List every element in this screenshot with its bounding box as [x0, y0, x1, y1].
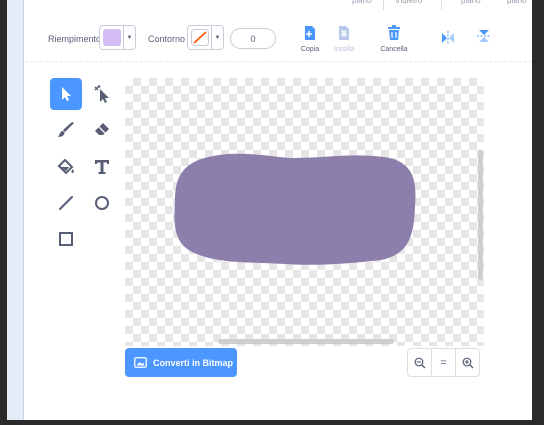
no-color-icon — [190, 29, 209, 46]
delete-label: Cancella — [380, 46, 408, 53]
arrow-select-icon — [62, 87, 71, 101]
paste-icon — [339, 26, 349, 40]
convert-to-bitmap-label: Converti in Bitmap — [153, 357, 234, 368]
brush-tool[interactable] — [50, 114, 82, 146]
zoom-in-icon — [462, 357, 473, 368]
window-frame-left — [0, 0, 7, 425]
equals-icon: = — [440, 356, 447, 369]
fill-swatch — [100, 26, 124, 49]
fill-tool[interactable] — [50, 151, 82, 183]
layer-order-label[interactable]: indietro — [396, 0, 422, 5]
paint-toolbar: piano indietro piano piano Riempimento ▼… — [25, 0, 532, 62]
rectangle-icon — [59, 232, 73, 246]
circle-icon — [95, 196, 109, 210]
chevron-down-icon: ▼ — [214, 34, 221, 41]
layer-order-row: piano indietro piano piano — [25, 0, 532, 12]
reshape-tool[interactable] — [86, 78, 118, 110]
tools-palette — [50, 78, 120, 258]
select-tool[interactable] — [50, 78, 82, 110]
text-icon — [95, 160, 109, 174]
reshape-icon — [94, 85, 109, 103]
outline-swatch — [188, 26, 212, 49]
fill-color-picker[interactable]: ▼ — [99, 25, 136, 50]
copy-icon — [305, 26, 315, 40]
layer-order-label[interactable]: piano — [461, 0, 481, 5]
chevron-down-icon: ▼ — [126, 34, 133, 41]
outline-label: Contorno — [148, 34, 186, 44]
zoom-out-icon — [414, 357, 425, 368]
vertical-scrollbar[interactable] — [478, 150, 483, 280]
vector-shape-layer — [174, 153, 416, 265]
rectangle-tool[interactable] — [50, 223, 82, 255]
eraser-icon — [95, 123, 109, 135]
paint-bucket-icon — [57, 159, 74, 175]
brush-icon — [58, 122, 74, 137]
window-frame-right — [532, 0, 544, 425]
copy-label: Copia — [300, 46, 320, 53]
layer-order-label[interactable]: piano — [507, 0, 527, 5]
zoom-controls: = — [407, 348, 480, 377]
zoom-in-button[interactable] — [455, 349, 479, 376]
circle-tool[interactable] — [86, 187, 118, 219]
fill-color-preview — [102, 29, 121, 46]
text-tool[interactable] — [86, 151, 118, 183]
trash-icon — [388, 25, 400, 40]
eraser-tool[interactable] — [86, 114, 118, 146]
outline-color-picker[interactable]: ▼ — [187, 25, 224, 50]
paste-label: Incolla — [333, 46, 355, 53]
purple-blob-shape[interactable] — [174, 153, 416, 265]
stroke-width-input[interactable]: 0 — [230, 28, 276, 49]
window-frame-bottom — [0, 420, 544, 425]
fill-label: Riempimento — [48, 34, 102, 44]
paint-canvas[interactable] — [125, 78, 484, 346]
line-icon — [59, 196, 73, 210]
zoom-out-button[interactable] — [408, 349, 431, 376]
line-tool[interactable] — [50, 187, 82, 219]
delete-button[interactable]: Cancella — [372, 22, 416, 62]
horizontal-scrollbar[interactable] — [218, 339, 394, 344]
divider — [383, 0, 384, 10]
flip-horizontal-icon[interactable] — [441, 31, 455, 45]
editor-sidebar-strip — [7, 0, 24, 425]
convert-to-bitmap-button[interactable]: Converti in Bitmap — [125, 348, 237, 377]
image-icon — [134, 357, 147, 368]
divider — [441, 0, 442, 10]
flip-vertical-icon[interactable] — [477, 29, 491, 43]
paste-button[interactable]: Incolla — [322, 22, 366, 62]
layer-order-label[interactable]: piano — [352, 0, 372, 5]
zoom-reset-button[interactable]: = — [431, 349, 455, 376]
